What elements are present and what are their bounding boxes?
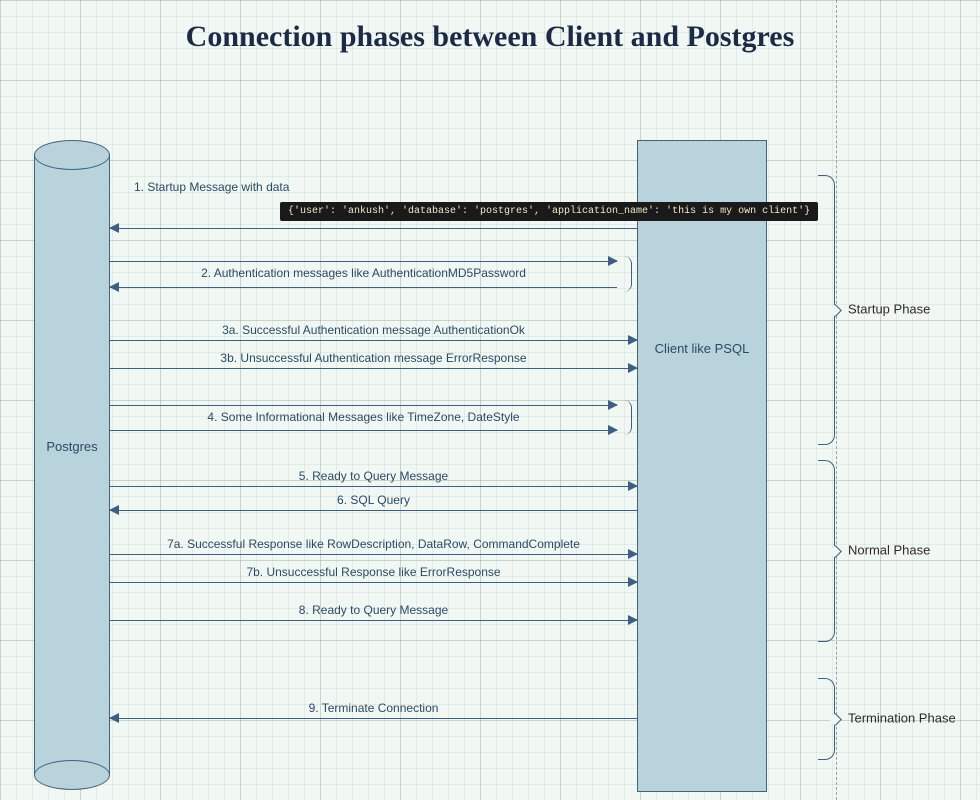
mini-brace-info <box>617 400 632 435</box>
label-success-response: 7a. Successful Response like RowDescript… <box>110 537 637 551</box>
arrow-auth-error: 3b. Unsuccessful Authentication message … <box>110 368 637 369</box>
arrow-sql-query: 6. SQL Query <box>110 510 637 511</box>
postgres-label: Postgres <box>34 439 110 454</box>
mini-brace-auth <box>617 256 632 292</box>
label-info-messages: 4. Some Informational Messages like Time… <box>110 410 617 424</box>
brace-termination-phase <box>818 678 835 760</box>
label-startup-message: 1. Startup Message with data <box>110 180 637 194</box>
vertical-dashed-divider <box>836 0 837 800</box>
client-label: Client like PSQL <box>638 341 766 356</box>
arrow-startup-message: 1. Startup Message with data <box>110 228 637 229</box>
arrow-error-response: 7b. Unsuccessful Response like ErrorResp… <box>110 582 637 583</box>
label-error-response: 7b. Unsuccessful Response like ErrorResp… <box>110 565 637 579</box>
sequence-arrows-container: 1. Startup Message with data {'user': 'a… <box>110 0 637 800</box>
arrow-auth-ok: 3a. Successful Authentication message Au… <box>110 340 637 341</box>
arrow-ready-query-2: 8. Ready to Query Message <box>110 620 637 621</box>
brace-startup-phase <box>818 175 835 445</box>
label-auth-error: 3b. Unsuccessful Authentication message … <box>110 351 637 365</box>
cylinder-bottom-ellipse <box>34 760 110 790</box>
arrow-ready-query-1: 5. Ready to Query Message <box>110 486 637 487</box>
label-ready-query-2: 8. Ready to Query Message <box>110 603 637 617</box>
cylinder-top-ellipse <box>34 140 110 170</box>
label-ready-query-1: 5. Ready to Query Message <box>110 469 637 483</box>
code-snippet-startup-data: {'user': 'ankush', 'database': 'postgres… <box>280 202 818 221</box>
label-terminate: 9. Terminate Connection <box>110 701 637 715</box>
label-startup-phase: Startup Phase <box>848 302 930 317</box>
arrow-success-response: 7a. Successful Response like RowDescript… <box>110 554 637 555</box>
cylinder-body <box>34 154 110 776</box>
postgres-database-shape: Postgres <box>34 140 110 790</box>
arrow-auth-to-server <box>110 287 617 288</box>
label-sql-query: 6. SQL Query <box>110 493 637 507</box>
arrow-auth-to-client: 2. Authentication messages like Authenti… <box>110 261 617 262</box>
arrow-info-2 <box>110 430 617 431</box>
label-auth-ok: 3a. Successful Authentication message Au… <box>110 323 637 337</box>
label-termination-phase: Termination Phase <box>848 711 956 726</box>
arrow-terminate: 9. Terminate Connection <box>110 718 637 719</box>
label-normal-phase: Normal Phase <box>848 543 930 558</box>
client-box: Client like PSQL <box>637 140 767 792</box>
label-auth-messages: 2. Authentication messages like Authenti… <box>110 266 617 280</box>
brace-normal-phase <box>818 460 835 642</box>
arrow-info-1: 4. Some Informational Messages like Time… <box>110 405 617 406</box>
